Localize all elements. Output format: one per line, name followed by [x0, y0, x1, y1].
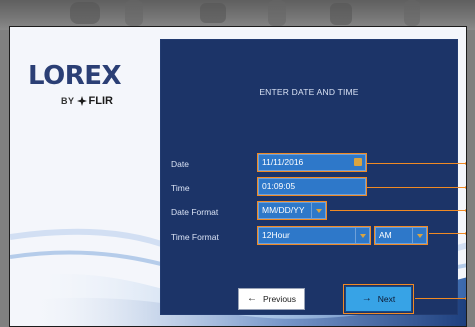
- next-button[interactable]: → Next: [343, 284, 414, 314]
- time-format-value: 12Hour: [262, 230, 290, 240]
- chevron-down-icon[interactable]: [311, 203, 325, 218]
- date-input[interactable]: 11/11/2016: [257, 153, 367, 172]
- time-format-label: Time Format: [171, 232, 219, 242]
- date-label: Date: [171, 159, 189, 169]
- logo-subtitle: BY FLIR: [61, 95, 113, 107]
- logo-flir: FLIR: [88, 95, 113, 107]
- previous-button[interactable]: ← Previous: [238, 288, 305, 310]
- arrow-left-icon: ←: [246, 293, 257, 304]
- callout-line-next: [415, 298, 466, 299]
- flir-icon: [76, 96, 87, 106]
- lorex-flir-logo: LOREX BY FLIR: [28, 63, 146, 111]
- chevron-down-icon[interactable]: [355, 228, 369, 243]
- date-format-label: Date Format: [171, 207, 219, 217]
- callout-dot-date-format: [465, 209, 466, 212]
- frame: LOREX BY FLIR ENTER DATE AND TIME Date 1…: [0, 0, 475, 327]
- date-value: 11/11/2016: [262, 157, 304, 167]
- callout-dot-next: [465, 297, 466, 300]
- callout-dot-date: [465, 162, 466, 165]
- next-label: Next: [377, 294, 396, 304]
- callout-line-time: [366, 187, 466, 188]
- time-label: Time: [171, 183, 190, 193]
- time-input[interactable]: 01:09:05: [257, 177, 367, 196]
- ampm-select[interactable]: AM: [374, 226, 428, 245]
- ampm-value: AM: [379, 230, 392, 240]
- logo-wordmark: LOREX: [28, 61, 122, 91]
- date-format-value: MM/DD/YY: [262, 205, 305, 215]
- callout-line-time-format: [429, 233, 466, 234]
- previous-label: Previous: [262, 294, 297, 304]
- date-time-panel: ENTER DATE AND TIME Date 11/11/2016 Time…: [161, 40, 457, 314]
- time-value: 01:09:05: [262, 181, 296, 191]
- dialog-title: ENTER DATE AND TIME: [259, 87, 359, 97]
- date-format-select[interactable]: MM/DD/YY: [257, 201, 327, 220]
- time-format-select[interactable]: 12Hour: [257, 226, 371, 245]
- callout-dot-time-format: [465, 232, 466, 235]
- setup-screen: LOREX BY FLIR ENTER DATE AND TIME Date 1…: [9, 26, 467, 327]
- arrow-right-icon: →: [361, 293, 372, 304]
- logo-by: BY: [61, 96, 75, 106]
- chevron-down-icon[interactable]: [412, 228, 426, 243]
- callout-dot-time: [465, 186, 466, 189]
- callout-line-date: [366, 163, 466, 164]
- callout-line-date-format: [330, 210, 466, 211]
- calendar-icon[interactable]: [354, 158, 362, 166]
